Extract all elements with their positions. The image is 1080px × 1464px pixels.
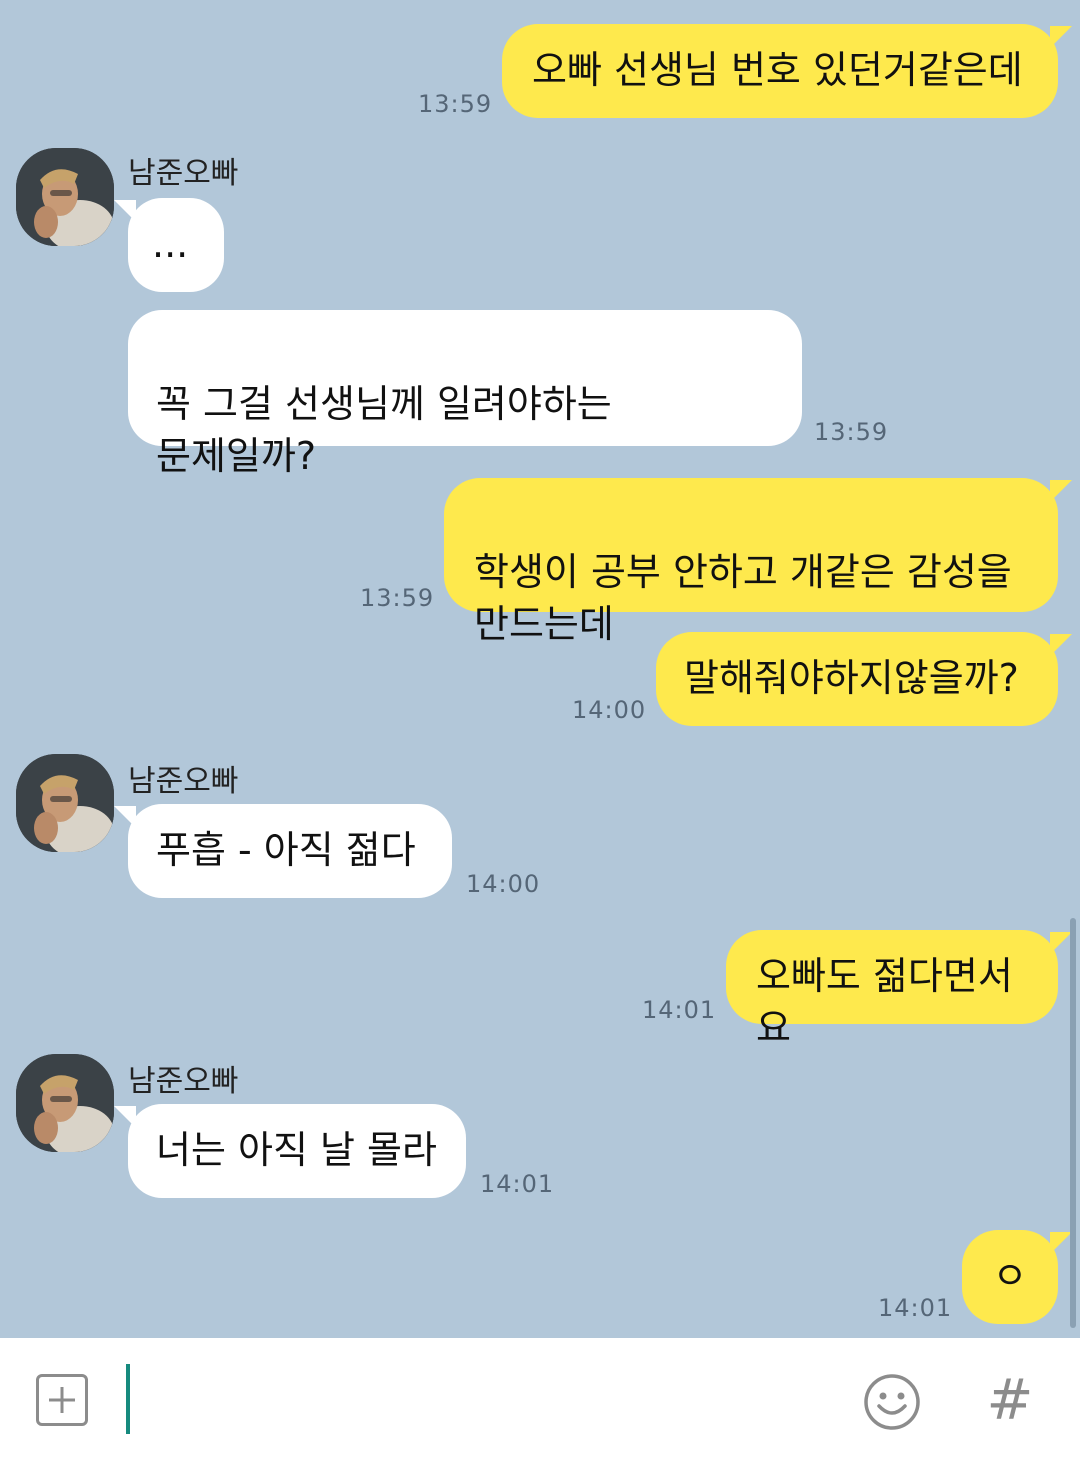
message-bubble-mine[interactable]: 오빠도 젊다면서요 — [726, 930, 1072, 1050]
contact-avatar[interactable] — [16, 1054, 114, 1152]
message-composer: # — [0, 1338, 1080, 1464]
message-bubble-theirs[interactable]: 꼭 그걸 선생님께 일려야하는 문제일까? — [128, 310, 802, 478]
message-bubble-mine[interactable]: 말해줘야하지않을까? — [656, 632, 1072, 726]
message-bubble-theirs[interactable]: ... — [114, 198, 224, 292]
message-text: 푸흡 - 아직 젊다 — [156, 828, 416, 872]
message-bubble-mine[interactable]: 학생이 공부 안하고 개같은 감성을 만드는데 — [444, 478, 1072, 646]
smiley-icon[interactable] — [862, 1372, 922, 1432]
message-text: 오빠 선생님 번호 있던거같은데 — [532, 48, 1023, 92]
sender-name: 남준오빠 — [128, 156, 239, 191]
contact-avatar[interactable] — [16, 754, 114, 852]
sender-name: 남준오빠 — [128, 764, 239, 799]
sender-name: 남준오빠 — [128, 1064, 239, 1099]
message-input[interactable] — [136, 1364, 836, 1434]
message-text: 꼭 그걸 선생님께 일려야하는 문제일까? — [156, 382, 612, 478]
message-text: ㅇ — [992, 1254, 1028, 1298]
message-bubble-theirs[interactable]: 너는 아직 날 몰라 — [114, 1104, 466, 1198]
message-text: 너는 아직 날 몰라 — [156, 1128, 437, 1172]
text-cursor — [126, 1364, 130, 1434]
message-text: ... — [152, 222, 189, 266]
message-text: 말해줘야하지않을까? — [684, 656, 1019, 700]
chat-scrollbar[interactable] — [1070, 918, 1076, 1328]
contact-avatar[interactable] — [16, 148, 114, 246]
message-time: 14:00 — [572, 696, 647, 724]
message-time: 14:00 — [466, 870, 541, 898]
message-bubble-mine[interactable]: ㅇ — [962, 1230, 1072, 1324]
message-time: 13:59 — [418, 90, 493, 118]
message-time: 14:01 — [642, 996, 717, 1024]
hash-icon[interactable]: # — [980, 1368, 1040, 1434]
message-time: 13:59 — [814, 418, 889, 446]
message-time: 14:01 — [878, 1294, 953, 1322]
message-bubble-mine[interactable]: 오빠 선생님 번호 있던거같은데 — [502, 24, 1072, 118]
message-bubble-theirs[interactable]: 푸흡 - 아직 젊다 — [114, 804, 452, 898]
message-text: 오빠도 젊다면서요 — [756, 954, 1013, 1050]
plus-square-icon[interactable] — [36, 1374, 88, 1426]
message-time: 13:59 — [360, 584, 435, 612]
chat-area[interactable]: 오빠 선생님 번호 있던거같은데 13:59 남준오빠 ... 꼭 그걸 선생님… — [0, 0, 1080, 1338]
message-time: 14:01 — [480, 1170, 555, 1198]
